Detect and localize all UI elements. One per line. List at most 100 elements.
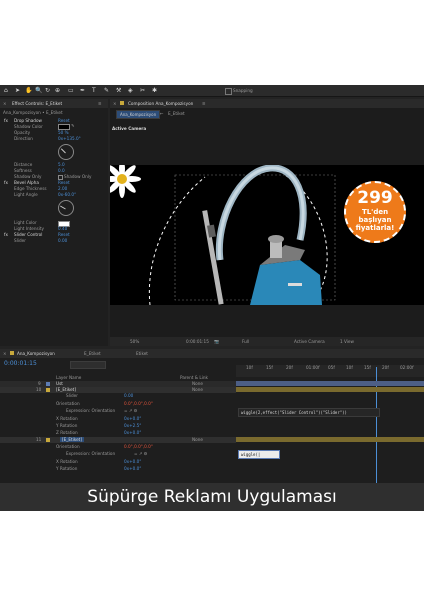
roto-tool-icon[interactable]: ✂ (140, 88, 145, 94)
brush-tool-icon[interactable]: ✎ (104, 88, 109, 94)
light-angle-dial[interactable] (58, 200, 74, 216)
rotate-tool-icon[interactable]: ↻ (45, 88, 50, 94)
softness-label: Softness (14, 168, 32, 173)
shadow-color-label: Shadow Color (14, 124, 43, 129)
edge-thickness-value[interactable]: 2.00 (58, 186, 67, 191)
direction-value[interactable]: 0x+135.0° (58, 136, 81, 141)
viewer-timecode[interactable]: 0:00:01:15 (186, 339, 209, 344)
table-row[interactable]: X Rotation 0x+0.0° (0, 416, 236, 422)
slider-control-label: Slider Control (14, 232, 43, 237)
subtab-ana-kompozisyon[interactable]: Ana_Kompozisyon (116, 110, 161, 119)
pen-tool-icon[interactable]: ✒ (80, 88, 85, 94)
light-angle-value[interactable]: 0x-60.0° (58, 192, 76, 197)
type-tool-icon[interactable]: T (92, 88, 96, 94)
drop-shadow-reset[interactable]: Reset (58, 118, 70, 123)
price-text: 299 (357, 188, 393, 208)
distance-label: Distance (14, 162, 33, 167)
layer-search-input[interactable] (70, 361, 106, 369)
composition-viewer[interactable]: 299 TL'den başlıyan fiyatlarla! (110, 165, 424, 305)
panel-menu-icon[interactable]: ≡ (202, 101, 206, 106)
hand-tool-icon[interactable]: ✋ (25, 88, 32, 94)
timeline-tab-etiket[interactable]: Etiket (136, 351, 148, 356)
zoom-tool-icon[interactable]: 🔍 (35, 88, 42, 94)
drop-shadow-label: Drop Shadow (14, 118, 42, 123)
timeline-timecode[interactable]: 0:00:01:15 (4, 361, 37, 367)
fx-slider-control-toggle-icon[interactable]: fx (4, 232, 8, 237)
light-angle-label: Light Angle (14, 192, 38, 197)
snapshot-icon[interactable]: 📷 (214, 339, 219, 344)
table-row[interactable]: X Rotation 0x+0.0° (0, 459, 236, 465)
layer-track-bar[interactable] (236, 387, 424, 392)
parent-link-header: Parent & Link (180, 375, 208, 380)
composition-panel: × Composition Ana_Kompozisyon ≡ Ana_Komp… (110, 99, 424, 346)
fx-bevel-alpha-toggle-icon[interactable]: fx (4, 180, 8, 185)
close-icon[interactable]: × (113, 101, 117, 106)
view-layout-select[interactable]: 1 View (340, 339, 354, 344)
light-color-label: Light Color (14, 220, 37, 225)
shadow-only-label: Shadow Only (14, 174, 42, 179)
fx-drop-shadow-toggle-icon[interactable]: fx (4, 118, 8, 123)
resolution-select[interactable]: Full (242, 339, 249, 344)
composition-tab[interactable]: Composition Ana_Kompozisyon (128, 101, 193, 106)
table-row[interactable]: Slider 0.00 (0, 393, 236, 399)
home-icon[interactable]: ⌂ (4, 88, 8, 94)
direction-dial[interactable] (58, 144, 74, 160)
distance-value[interactable]: 5.0 (58, 162, 65, 167)
table-row[interactable]: Y Rotation 0x+0.0° (0, 466, 236, 472)
time-ruler[interactable]: 10f 15f 20f 01:00f 05f 10f 15f 20f 02:00… (236, 365, 424, 377)
table-row[interactable]: Expression: Orientation = ↗ ⚙ (0, 451, 236, 457)
expression-controls-icon[interactable]: = ↗ ⚙ (134, 451, 147, 456)
expression-field-2[interactable]: wiggle(| (238, 450, 280, 459)
shadow-only-checkbox-label: Shadow Only (64, 174, 92, 179)
layer-color-label (46, 438, 50, 442)
close-icon[interactable]: × (3, 101, 7, 106)
composition-icon (10, 351, 14, 355)
ruler-tick: 05f (328, 365, 335, 370)
ruler-tick: 10f (346, 365, 353, 370)
bevel-alpha-reset[interactable]: Reset (58, 180, 70, 185)
table-row[interactable]: Orientation 0.0°,0.0°,0.0° (0, 401, 236, 407)
slider-value[interactable]: 0.00 (58, 238, 67, 243)
opacity-value[interactable]: 50 % (58, 130, 69, 135)
table-row[interactable]: Y Rotation 0x+2.5° (0, 423, 236, 429)
edge-thickness-label: Edge Thickness (14, 186, 47, 191)
layer-color-label (46, 382, 50, 386)
selection-tool-icon[interactable]: ➤ (15, 88, 20, 94)
close-icon[interactable]: × (3, 351, 7, 356)
eyedropper-icon[interactable]: ✎ (71, 123, 75, 128)
light-intensity-value[interactable]: 0.40 (58, 226, 67, 231)
layer-track-bar[interactable] (236, 381, 424, 386)
after-effects-window: ⌂ ➤ ✋ 🔍 ↻ ⊕ ▭ ✒ T ✎ ⚒ ◈ ✂ ✱ Snapping × E… (0, 85, 424, 483)
light-intensity-label: Light Intensity (14, 226, 45, 231)
table-row[interactable]: 11 [E_Etiket] None (0, 437, 236, 443)
timeline-tab-e-etiket[interactable]: E_Etiket (84, 351, 101, 356)
subtab-e-etiket[interactable]: E_Etiket (168, 111, 185, 116)
badge-line2: başlıyan (358, 216, 392, 224)
panel-menu-icon[interactable]: ≡ (98, 101, 102, 106)
timeline-tab-ana[interactable]: Ana_Kompozisyon (17, 351, 55, 356)
effect-controls-header: × Effect Controls: E_Etiket ≡ (0, 99, 108, 108)
rectangle-tool-icon[interactable]: ▭ (68, 88, 74, 94)
snapping-checkbox[interactable] (225, 88, 232, 95)
tools-toolbar: ⌂ ➤ ✋ 🔍 ↻ ⊕ ▭ ✒ T ✎ ⚒ ◈ ✂ ✱ Snapping (0, 85, 424, 97)
ruler-tick: 20f (286, 365, 293, 370)
ruler-tick: 10f (246, 365, 253, 370)
layer-track-bar[interactable] (236, 437, 424, 442)
stamp-tool-icon[interactable]: ⚒ (116, 88, 121, 94)
effect-controls-tab[interactable]: Effect Controls: E_Etiket (12, 101, 62, 106)
expression-field-1[interactable]: wiggle(2,effect("Slider Control")("Slide… (238, 408, 380, 417)
opacity-label: Opacity (14, 130, 31, 135)
camera-tool-icon[interactable]: ⊕ (55, 88, 60, 94)
viewer-footer: 50% 0:00:01:15 📷 Full Active Camera 1 Vi… (110, 337, 424, 346)
table-row[interactable]: Z Rotation 0x+0.0° (0, 430, 236, 436)
expression-controls-icon[interactable]: = ↗ ⚙ (124, 408, 137, 413)
puppet-tool-icon[interactable]: ✱ (152, 88, 157, 94)
table-row[interactable]: Expression: Orientation = ↗ ⚙ (0, 408, 236, 414)
softness-value[interactable]: 0.0 (58, 168, 65, 173)
slider-control-reset[interactable]: Reset (58, 232, 70, 237)
dial-needle (60, 205, 66, 210)
camera-select[interactable]: Active Camera (294, 339, 325, 344)
table-row[interactable]: Orientation 0.0°,0.0°,0.0° (0, 444, 236, 450)
eraser-tool-icon[interactable]: ◈ (128, 88, 133, 94)
zoom-select[interactable]: 50% (130, 339, 139, 344)
